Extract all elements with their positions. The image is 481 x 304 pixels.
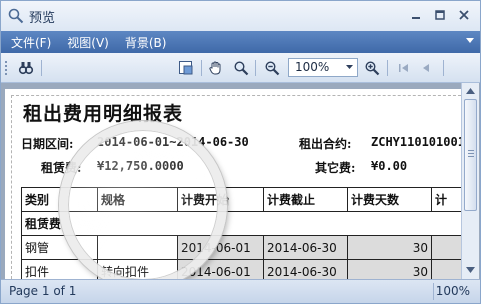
page-indicator: Page 1 of 1 bbox=[9, 284, 77, 298]
days-cell: 30 bbox=[347, 259, 432, 279]
column-header: 计费截止 bbox=[263, 187, 348, 212]
group-row: 租赁费 bbox=[21, 211, 461, 236]
extra-cell bbox=[431, 259, 461, 279]
scroll-thumb[interactable] bbox=[464, 99, 477, 211]
close-icon bbox=[459, 10, 469, 20]
start-cell: 2014-06-01 bbox=[177, 235, 264, 260]
hand-tool-icon bbox=[209, 61, 221, 75]
scroll-up-icon[interactable] bbox=[466, 88, 475, 94]
end-cell: 2014-06-30 bbox=[263, 235, 348, 260]
status-zoom: 100% bbox=[435, 284, 470, 298]
start-cell: 2014-06-01 bbox=[177, 259, 264, 279]
scroll-down-icon[interactable] bbox=[466, 267, 475, 273]
group-label: 租赁费 bbox=[21, 211, 461, 236]
report-title: 租出费用明细报表 bbox=[23, 103, 184, 125]
table-row: 钢管 2014-06-01 2014-06-30 30 bbox=[21, 235, 461, 260]
toolbar-separator bbox=[41, 60, 42, 76]
other-fee-label: 其它费: bbox=[315, 161, 356, 175]
date-range-label: 日期区间: bbox=[21, 137, 74, 151]
status-bar: Page 1 of 1 100% bbox=[1, 279, 480, 303]
toolbar: 100% bbox=[1, 53, 480, 83]
detail-table: 类别 规格 计费开始 计费截止 计费天数 计 租赁费 钢管 2014-06-01… bbox=[21, 187, 461, 279]
other-fee-value: ¥0.00 bbox=[371, 159, 408, 173]
date-range-value: 2014-06-01~2014-06-30 bbox=[97, 135, 249, 149]
minimize-icon bbox=[412, 17, 420, 19]
minimize-button[interactable] bbox=[404, 5, 428, 25]
column-header: 类别 bbox=[21, 187, 98, 212]
category-cell: 钢管 bbox=[21, 235, 98, 260]
table-row: 扣件 转向扣件 2014-06-01 2014-06-30 30 bbox=[21, 259, 461, 279]
window-controls bbox=[404, 5, 476, 25]
spec-cell: 转向扣件 bbox=[97, 259, 178, 279]
page-setup-button[interactable] bbox=[177, 59, 195, 77]
report-page: 租出费用明细报表 日期区间: 2014-06-01~2014-06-30 租出合… bbox=[5, 89, 461, 279]
extra-cell bbox=[431, 235, 461, 260]
zoom-in-glass-icon bbox=[234, 61, 249, 76]
prev-page-button[interactable] bbox=[417, 59, 435, 77]
zoom-plus-icon bbox=[365, 61, 380, 76]
zoom-out-icon bbox=[265, 61, 280, 76]
category-cell: 扣件 bbox=[21, 259, 98, 279]
column-header: 计费天数 bbox=[347, 187, 432, 212]
scroll-grip bbox=[468, 150, 474, 158]
zoom-out-button[interactable] bbox=[263, 59, 281, 77]
column-header: 计费开始 bbox=[177, 187, 264, 212]
title-bar: 预览 bbox=[1, 1, 480, 31]
chevron-down-icon[interactable] bbox=[466, 38, 474, 44]
contract-value: ZCHY110101001 bbox=[371, 135, 461, 149]
app-icon bbox=[8, 8, 24, 24]
table-header-row: 类别 规格 计费开始 计费截止 计费天数 计 bbox=[21, 187, 461, 212]
toolbar-separator bbox=[387, 60, 388, 76]
days-cell: 30 bbox=[347, 235, 432, 260]
end-cell: 2014-06-30 bbox=[263, 259, 348, 279]
toolbar-separator bbox=[255, 60, 256, 76]
prev-page-icon bbox=[423, 64, 429, 72]
toolbar-separator bbox=[201, 60, 202, 76]
rent-fee-value: ¥12,750.0000 bbox=[97, 159, 184, 173]
zoom-select[interactable]: 100% bbox=[288, 58, 358, 77]
chevron-down-icon bbox=[346, 65, 353, 69]
maximize-icon bbox=[435, 10, 445, 20]
preview-window: 预览 文件(F) 视图(V) 背景(B) 100% 租出费用明细报表 日期区间:… bbox=[0, 0, 481, 304]
window-title: 预览 bbox=[29, 11, 56, 26]
menu-bar: 文件(F) 视图(V) 背景(B) bbox=[1, 31, 480, 53]
zoom-in-button[interactable] bbox=[363, 59, 381, 77]
hand-tool-button[interactable] bbox=[207, 59, 225, 77]
close-button[interactable] bbox=[452, 5, 476, 25]
spec-cell bbox=[97, 235, 178, 260]
column-header: 规格 bbox=[97, 187, 178, 212]
menu-background[interactable]: 背景(B) bbox=[125, 34, 167, 51]
vertical-scrollbar[interactable] bbox=[461, 83, 479, 279]
first-page-button[interactable] bbox=[395, 59, 413, 77]
rent-fee-label: 租赁费: bbox=[41, 161, 82, 175]
find-icon bbox=[18, 62, 34, 75]
zoom-tool-button[interactable] bbox=[232, 59, 250, 77]
toolbar-grip[interactable] bbox=[5, 61, 7, 75]
zoom-select-value: 100% bbox=[295, 60, 330, 74]
toolbar-separator bbox=[443, 60, 444, 76]
find-button[interactable] bbox=[17, 59, 35, 77]
preview-area[interactable]: 租出费用明细报表 日期区间: 2014-06-01~2014-06-30 租出合… bbox=[1, 83, 480, 289]
contract-label: 租出合约: bbox=[299, 137, 352, 151]
column-header: 计 bbox=[431, 187, 461, 212]
status-divider bbox=[433, 283, 434, 300]
page-setup-icon bbox=[179, 61, 193, 75]
maximize-button[interactable] bbox=[428, 5, 452, 25]
first-page-icon bbox=[399, 64, 408, 72]
menu-view[interactable]: 视图(V) bbox=[67, 34, 109, 51]
menu-file[interactable]: 文件(F) bbox=[11, 34, 51, 51]
